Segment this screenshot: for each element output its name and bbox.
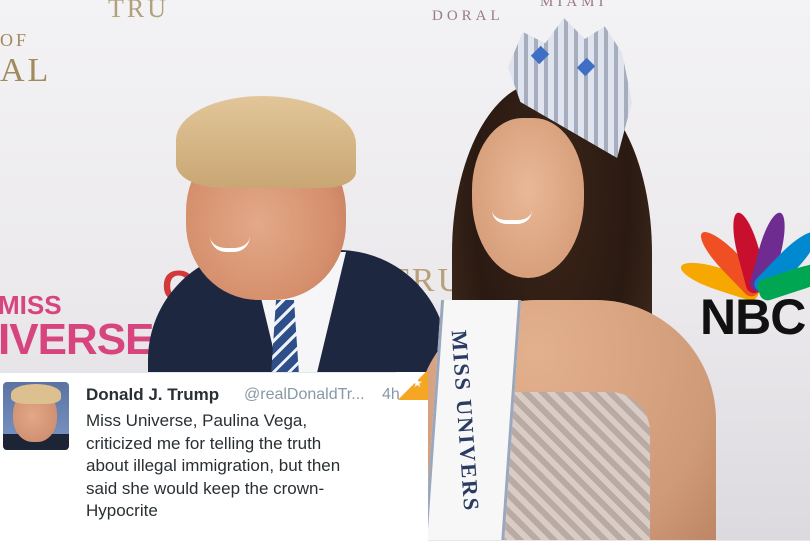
tweet-text: Miss Universe, Paulina Vega, criticized …: [86, 410, 416, 523]
nbc-peacock-icon: [677, 182, 810, 303]
avatar[interactable]: [3, 382, 69, 450]
tweet-text-line: about illegal immigration, but then: [86, 456, 341, 476]
backdrop-of-text: OF: [0, 30, 30, 50]
tweet-text-line: Miss Universe, Paulina Vega,: [86, 411, 308, 430]
tweet-author-handle[interactable]: @realDonaldTr...: [244, 386, 365, 404]
backdrop-miami-text: MIAMI: [540, 0, 608, 10]
woman-face: [472, 118, 584, 278]
tweet-author-name[interactable]: Donald J. Trump: [86, 385, 219, 405]
nbc-logo-text: NBC: [700, 289, 806, 345]
avatar-hair: [11, 384, 61, 404]
tweet-text-line: Hypocrite: [86, 501, 158, 521]
tweet-timestamp[interactable]: 4h: [382, 386, 400, 404]
backdrop-trump-logo-top: TRU: [108, 0, 169, 23]
tweet-text-line: criticized me for telling the truth: [86, 433, 322, 453]
backdrop-al-text: AL: [0, 52, 52, 89]
star-icon: ★: [412, 376, 423, 390]
tweet-text-line: said she would keep the crown-: [86, 478, 325, 498]
man-hair: [176, 96, 356, 188]
miss-universe-logo-universe: IVERSE: [0, 315, 154, 364]
backdrop-doral-text: DORAL: [432, 8, 504, 24]
miss-universe-logo: MISS IVERSE: [0, 292, 154, 364]
